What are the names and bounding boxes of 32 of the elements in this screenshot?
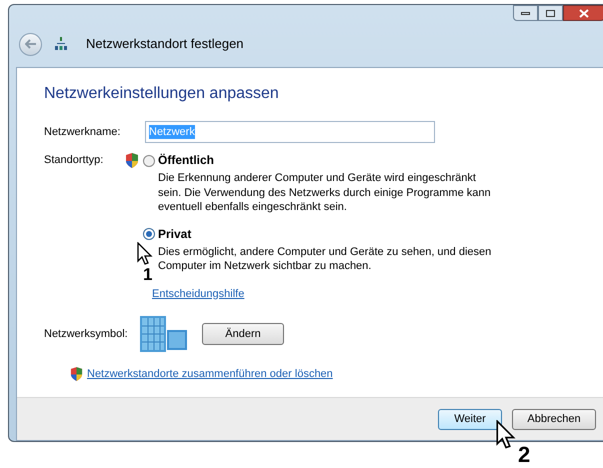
selected-text: Netzwerk [149,125,195,139]
window-title: Netzwerkstandort festlegen [86,35,244,54]
change-button[interactable]: Ändern [202,323,284,345]
radio-button[interactable] [143,228,155,240]
option-label: Öffentlich [158,153,214,168]
option-description: Dies ermöglicht, andere Computer und Geräte zu sehen, und diesen Computer im Netzwerk sichtbar zu machen. [158,244,492,274]
minimize-icon [521,12,530,14]
dialog-button[interactable]: Abbrechen [512,408,596,430]
help-link[interactable]: Entscheidungshilfe [152,286,244,302]
radio-button[interactable] [143,154,155,166]
field-label: Netzwerksymbol: [44,326,129,342]
maximize-button[interactable] [538,5,563,21]
page-heading: Netzwerkeinstellungen anpassen [44,84,280,104]
shield-icon [125,153,139,169]
shield-icon [70,366,83,382]
network-icon [54,37,68,51]
dialog-button[interactable]: Weiter [438,408,502,430]
cursor-icon [137,242,153,266]
merge-link[interactable]: Netzwerkstandorte zusammenführen oder löschen [87,366,333,382]
callout-number: 2 [518,444,530,466]
back-arrow-icon [24,39,36,49]
field-label: Netzwerkname: [44,124,122,140]
close-icon [579,8,589,18]
building-icon [140,316,190,352]
back-button[interactable] [19,32,42,56]
option-description: Die Erkennung anderer Computer und Geräte wird eingeschränkt sein. Die Verwendung des Netzwerks durch einige Programme kann eventuell ebenfalls eingeschränkt sein. [158,171,492,214]
minimize-button[interactable] [513,5,538,21]
callout-number: 1 [143,266,152,283]
maximize-icon [546,10,555,16]
option-label: Privat [158,226,192,242]
close-button[interactable] [563,5,603,21]
field-label: Standorttyp: [44,153,104,168]
